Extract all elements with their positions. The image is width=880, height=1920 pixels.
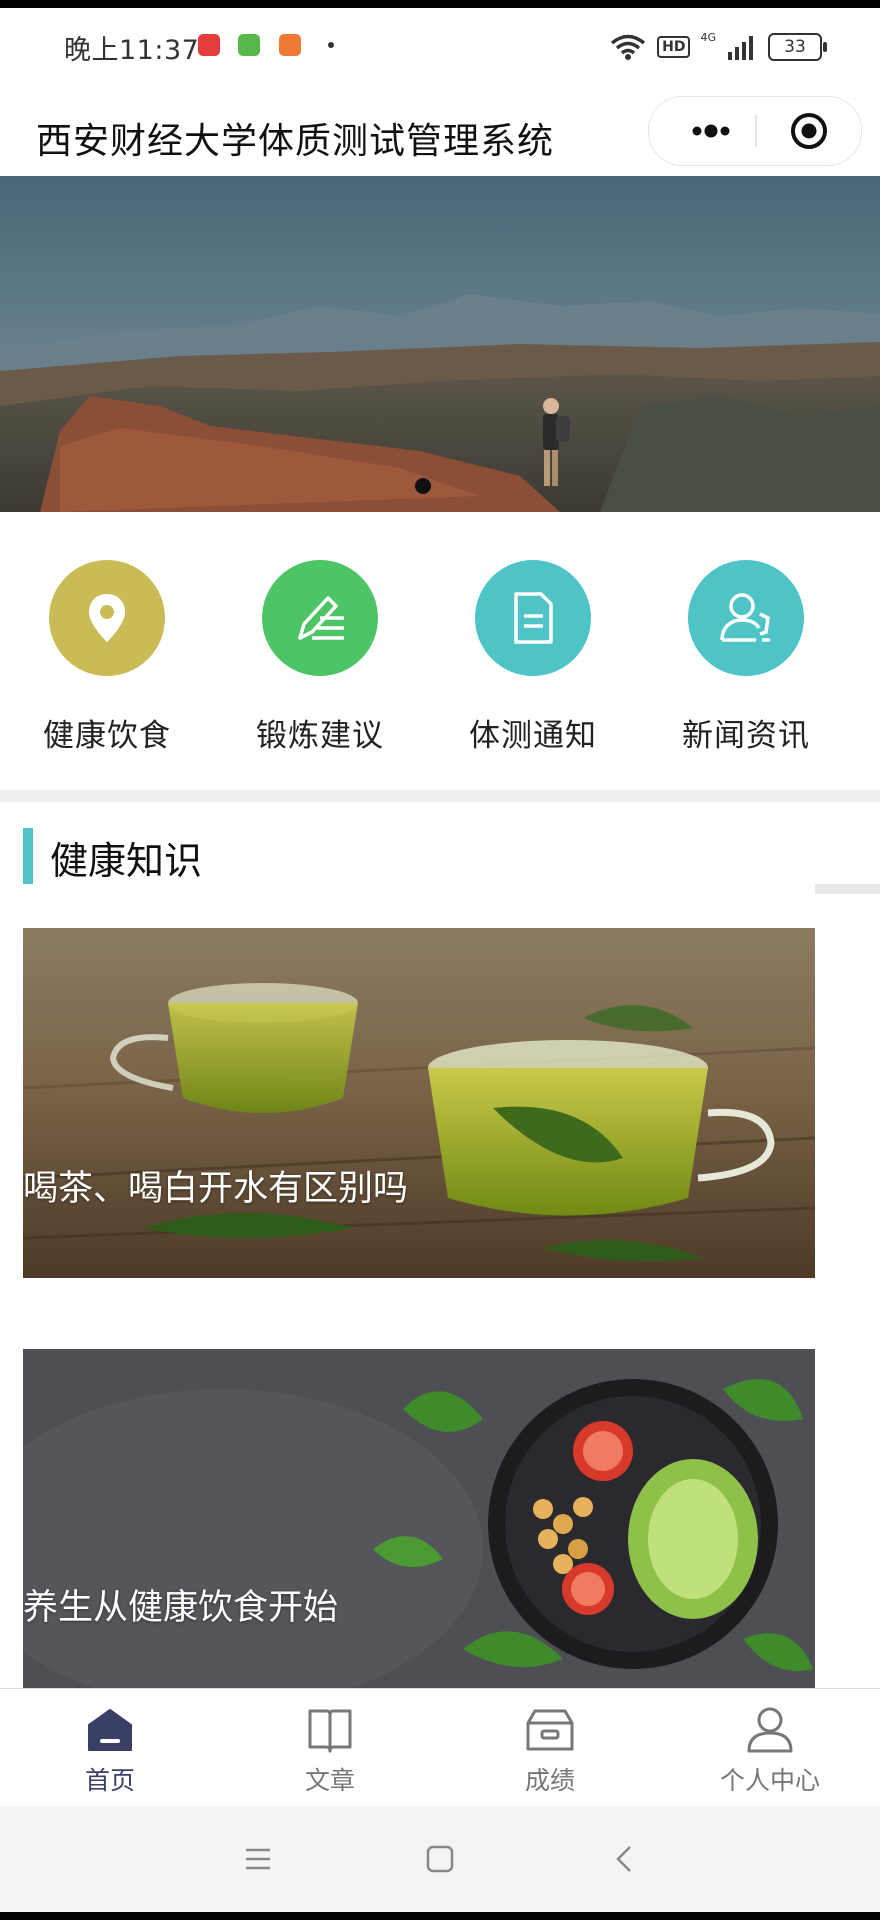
home-icon (88, 1709, 132, 1751)
battery-indicator: 33 (768, 33, 827, 61)
article-title: 喝茶、喝白开水有区别吗 (23, 1169, 409, 1209)
document-icon (514, 592, 553, 644)
section-accent-bar (23, 828, 33, 884)
article-image-salad (23, 1349, 815, 1689)
entry-label: 健康饮食 (43, 718, 171, 754)
article-card[interactable]: 喝茶、喝白开水有区别吗 (23, 928, 815, 1278)
section-header: 健康知识 (0, 802, 880, 912)
banner-image (0, 176, 880, 512)
notification-app-icon-red (198, 34, 220, 56)
phone-screen: 晚上11:37 HD 4G 33 西安财经大学体质测试管理系统 健康饮食 锻炼建… (0, 8, 880, 1912)
quick-entry-grid: 健康饮食 锻炼建议 体测通知 新闻资讯 (0, 512, 880, 796)
hd-badge: HD (657, 36, 691, 58)
entry-circle (475, 560, 591, 676)
section-divider (0, 790, 880, 802)
home-square-icon[interactable] (425, 1844, 455, 1874)
user-icon (747, 1707, 793, 1753)
tab-label: 文章 (304, 1766, 355, 1795)
tab-home[interactable]: 首页 (0, 1689, 220, 1807)
entry-circle (688, 560, 804, 676)
tab-label: 成绩 (524, 1766, 575, 1795)
entry-label: 新闻资讯 (682, 718, 810, 754)
wifi-icon (611, 34, 646, 60)
section-title: 健康知识 (50, 839, 203, 883)
entry-label: 体测通知 (469, 718, 597, 754)
entry-healthy-diet[interactable]: 健康饮食 (7, 560, 207, 770)
network-type: 4G (700, 30, 716, 44)
signal-icon (728, 36, 753, 60)
status-bar: 晚上11:37 HD 4G 33 (0, 8, 880, 92)
entry-circle (49, 560, 165, 676)
entry-circle (262, 560, 378, 676)
scroll-indicator (815, 884, 880, 894)
location-pin-icon (89, 594, 125, 642)
carousel-indicator-dot[interactable] (415, 478, 431, 494)
status-time: 晚上11:37 (64, 35, 200, 66)
tab-scores[interactable]: 成绩 (440, 1689, 660, 1807)
tab-articles[interactable]: 文章 (220, 1689, 440, 1807)
notification-app-icon-orange (279, 34, 301, 56)
edit-icon (298, 596, 344, 640)
close-target-icon[interactable] (789, 111, 829, 151)
back-icon[interactable] (610, 1844, 640, 1874)
article-image-tea (23, 928, 815, 1278)
entry-news[interactable]: 新闻资讯 (646, 560, 846, 770)
navigation-bar: 西安财经大学体质测试管理系统 (0, 92, 880, 184)
menu-icon[interactable] (243, 1844, 273, 1874)
archive-box-icon (526, 1709, 574, 1751)
article-card[interactable]: 养生从健康饮食开始 (23, 1349, 815, 1689)
mini-program-capsule (648, 96, 862, 166)
tab-label: 首页 (84, 1766, 135, 1795)
more-icon[interactable] (679, 117, 743, 145)
notification-app-icon-green (238, 34, 260, 56)
entry-test-notice[interactable]: 体测通知 (433, 560, 633, 770)
tab-label: 个人中心 (719, 1766, 820, 1795)
user-contact-icon (720, 593, 770, 642)
book-icon (308, 1709, 352, 1753)
banner-carousel[interactable] (0, 176, 880, 512)
entry-exercise-advice[interactable]: 锻炼建议 (220, 560, 420, 770)
status-right-group: HD 4G 33 (609, 30, 827, 64)
page-title: 西安财经大学体质测试管理系统 (36, 121, 555, 162)
notification-more-dot (328, 42, 334, 48)
system-navigation-bar (0, 1806, 880, 1912)
entry-label: 锻炼建议 (256, 718, 384, 754)
tab-profile[interactable]: 个人中心 (660, 1689, 880, 1807)
article-title: 养生从健康饮食开始 (23, 1588, 339, 1628)
bottom-tab-bar: 首页 文章 成绩 个人中心 (0, 1688, 880, 1807)
capsule-divider (755, 115, 757, 147)
